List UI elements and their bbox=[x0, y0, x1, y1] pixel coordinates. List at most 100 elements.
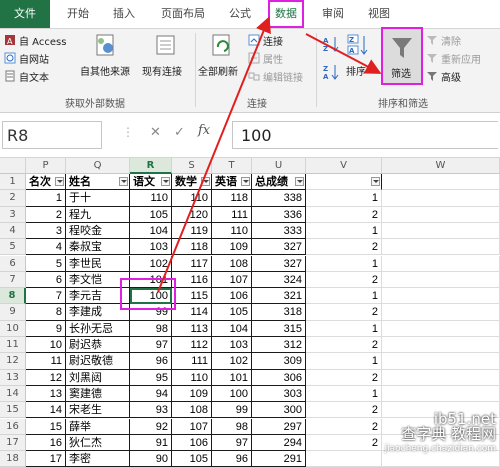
table-cell[interactable]: 长孙无忌 bbox=[66, 320, 130, 337]
row-header[interactable]: 2 bbox=[0, 190, 26, 207]
table-cell[interactable]: 8 bbox=[26, 304, 66, 321]
column-header-r[interactable]: R bbox=[130, 158, 172, 174]
row-header[interactable]: 12 bbox=[0, 353, 26, 370]
reapply-button[interactable]: 重新应用 bbox=[426, 51, 498, 66]
row-header[interactable]: 14 bbox=[0, 385, 26, 403]
table-cell[interactable]: 刘黑闼 bbox=[66, 369, 130, 386]
header-cell[interactable]: 总成绩 bbox=[252, 174, 306, 191]
table-cell[interactable]: 111 bbox=[212, 206, 252, 223]
row-header[interactable]: 16 bbox=[0, 418, 26, 435]
table-cell[interactable]: 92 bbox=[130, 418, 172, 435]
table-cell[interactable]: 7 bbox=[26, 288, 66, 305]
table-cell[interactable] bbox=[382, 206, 500, 223]
table-cell[interactable]: 6 bbox=[26, 271, 66, 289]
table-cell[interactable] bbox=[382, 369, 500, 386]
table-cell[interactable]: 于十 bbox=[66, 190, 130, 207]
table-cell[interactable]: 106 bbox=[212, 288, 252, 305]
row-header[interactable]: 15 bbox=[0, 402, 26, 419]
table-cell[interactable] bbox=[382, 288, 500, 305]
table-cell[interactable]: 薛举 bbox=[66, 418, 130, 435]
dropdown-icon[interactable] bbox=[295, 177, 304, 186]
row-header[interactable]: 5 bbox=[0, 239, 26, 256]
row-header[interactable]: 10 bbox=[0, 320, 26, 337]
table-cell[interactable]: 李密 bbox=[66, 451, 130, 467]
table-cell[interactable]: 13 bbox=[26, 385, 66, 403]
row-header[interactable]: 17 bbox=[0, 434, 26, 452]
row-header[interactable]: 9 bbox=[0, 304, 26, 321]
table-cell[interactable]: 2 bbox=[306, 434, 382, 452]
table-cell[interactable]: 110 bbox=[172, 190, 212, 207]
row-header[interactable]: 4 bbox=[0, 222, 26, 240]
from-web-button[interactable]: 自网站 bbox=[4, 51, 74, 66]
table-cell[interactable]: 300 bbox=[252, 402, 306, 419]
table-cell[interactable]: 1 bbox=[306, 255, 382, 272]
table-cell[interactable]: 105 bbox=[130, 206, 172, 223]
table-cell[interactable]: 14 bbox=[26, 402, 66, 419]
table-cell[interactable]: 103 bbox=[212, 337, 252, 354]
table-cell[interactable]: 107 bbox=[212, 271, 252, 289]
table-cell[interactable]: 306 bbox=[252, 369, 306, 386]
table-cell[interactable]: 2 bbox=[306, 418, 382, 435]
table-cell[interactable]: 1 bbox=[306, 222, 382, 240]
table-cell[interactable]: 窦建德 bbox=[66, 385, 130, 403]
table-cell[interactable]: 312 bbox=[252, 337, 306, 354]
header-cell[interactable]: 英语 bbox=[212, 174, 252, 191]
row-header[interactable]: 3 bbox=[0, 206, 26, 223]
table-cell[interactable] bbox=[306, 451, 382, 467]
table-cell[interactable]: 106 bbox=[172, 434, 212, 452]
table-cell[interactable]: 100 bbox=[212, 385, 252, 403]
table-cell[interactable]: 宋老生 bbox=[66, 402, 130, 419]
tab-formulas[interactable]: 公式 bbox=[222, 0, 258, 28]
table-cell[interactable]: 96 bbox=[130, 353, 172, 370]
table-cell[interactable]: 105 bbox=[212, 304, 252, 321]
row-header[interactable]: 6 bbox=[0, 255, 26, 272]
column-header-w[interactable]: W bbox=[382, 158, 500, 174]
table-cell[interactable]: 111 bbox=[172, 353, 212, 370]
header-cell[interactable]: 姓名 bbox=[66, 174, 130, 191]
table-cell[interactable]: 118 bbox=[212, 190, 252, 207]
table-cell[interactable]: 90 bbox=[130, 451, 172, 467]
dropdown-icon[interactable] bbox=[119, 177, 128, 186]
table-cell[interactable]: 98 bbox=[130, 320, 172, 337]
table-cell[interactable]: 108 bbox=[172, 402, 212, 419]
table-cell[interactable] bbox=[382, 222, 500, 240]
dropdown-icon[interactable] bbox=[55, 177, 64, 186]
table-cell[interactable]: 110 bbox=[130, 190, 172, 207]
cancel-icon[interactable]: ✕ bbox=[150, 125, 161, 140]
table-cell[interactable]: 11 bbox=[26, 353, 66, 370]
sort-button[interactable]: ZA 排序 bbox=[342, 33, 376, 85]
table-cell[interactable]: 程九 bbox=[66, 206, 130, 223]
table-cell[interactable]: 4 bbox=[26, 239, 66, 256]
table-cell[interactable]: 1 bbox=[306, 353, 382, 370]
table-cell[interactable]: 309 bbox=[252, 353, 306, 370]
column-header-p[interactable]: P bbox=[26, 158, 66, 174]
table-cell[interactable]: 104 bbox=[212, 320, 252, 337]
table-cell[interactable]: 102 bbox=[212, 353, 252, 370]
table-cell[interactable]: 105 bbox=[172, 451, 212, 467]
table-cell[interactable] bbox=[382, 190, 500, 207]
enter-icon[interactable]: ✓ bbox=[174, 125, 185, 140]
table-cell[interactable]: 93 bbox=[130, 402, 172, 419]
table-cell[interactable] bbox=[382, 353, 500, 370]
dropdown-icon[interactable] bbox=[201, 177, 210, 186]
name-box[interactable]: R8 bbox=[2, 121, 102, 149]
table-cell[interactable]: 324 bbox=[252, 271, 306, 289]
table-cell[interactable]: 17 bbox=[26, 451, 66, 467]
table-cell[interactable]: 318 bbox=[252, 304, 306, 321]
table-cell[interactable] bbox=[382, 174, 500, 191]
table-cell[interactable]: 98 bbox=[212, 418, 252, 435]
table-cell[interactable]: 109 bbox=[212, 239, 252, 256]
table-cell[interactable]: 15 bbox=[26, 418, 66, 435]
table-cell[interactable] bbox=[382, 304, 500, 321]
table-cell[interactable]: 12 bbox=[26, 369, 66, 386]
table-cell[interactable]: 1 bbox=[306, 190, 382, 207]
table-cell[interactable]: 113 bbox=[172, 320, 212, 337]
table-cell[interactable]: 119 bbox=[172, 222, 212, 240]
header-cell[interactable]: 数学 bbox=[172, 174, 212, 191]
row-header[interactable]: 7 bbox=[0, 271, 26, 289]
table-cell[interactable]: 96 bbox=[212, 451, 252, 467]
table-cell[interactable]: 95 bbox=[130, 369, 172, 386]
tab-view[interactable]: 视图 bbox=[362, 0, 396, 28]
table-cell[interactable]: 336 bbox=[252, 206, 306, 223]
table-cell[interactable]: 117 bbox=[172, 255, 212, 272]
